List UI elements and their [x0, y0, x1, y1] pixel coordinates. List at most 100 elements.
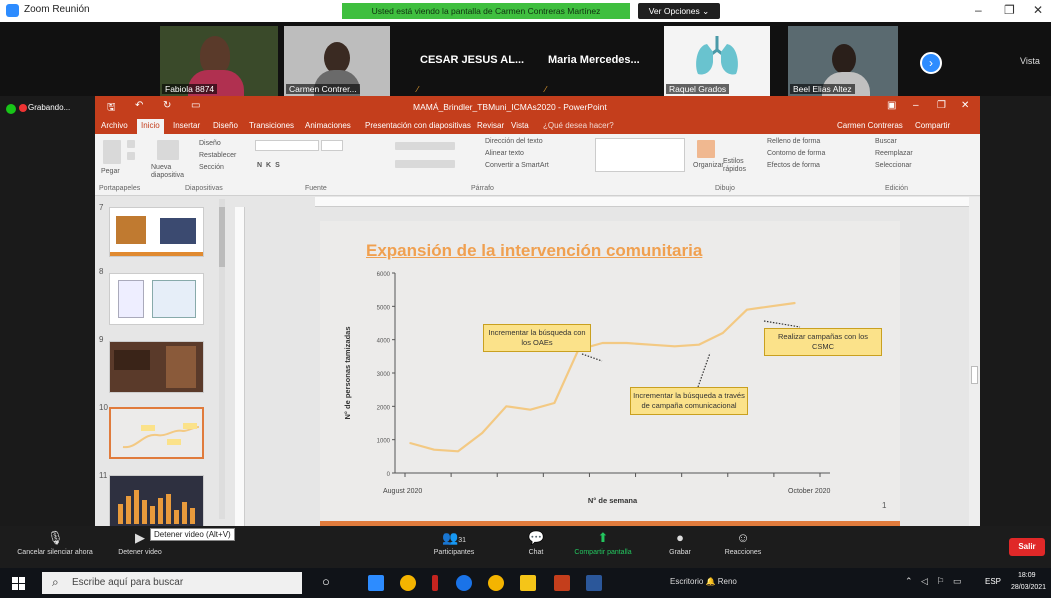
next-participants-button[interactable]: ›: [920, 52, 942, 74]
leave-button[interactable]: Salir: [1009, 538, 1045, 556]
user-name[interactable]: Carmen Contreras: [837, 121, 903, 130]
callout-campaign[interactable]: Incrementar la búsqueda a través de camp…: [630, 387, 748, 415]
clock-date[interactable]: 28/03/2021: [1011, 584, 1046, 591]
language-indicator[interactable]: ESP: [985, 577, 1001, 586]
shape-fill-button[interactable]: Relleno de forma: [767, 138, 820, 145]
align-text-button[interactable]: Alinear texto: [485, 150, 524, 157]
zoom-app-icon[interactable]: [368, 575, 384, 591]
shape-outline-button[interactable]: Contorno de forma: [767, 150, 825, 157]
y-tick-label: 2000: [377, 405, 391, 411]
copy-icon[interactable]: [127, 152, 135, 160]
quick-styles-button[interactable]: Estilos rápidos: [723, 158, 763, 174]
participant-tile[interactable]: Raquel Grados: [664, 26, 770, 96]
presentation-icon[interactable]: ▭: [191, 100, 200, 111]
ribbon-tabs: Archivo Inicio Insertar Diseño Transicio…: [95, 118, 980, 134]
callout-csmc[interactable]: Realizar campañas con los CSMC: [764, 328, 882, 356]
maximize-icon[interactable]: ❐: [937, 100, 946, 111]
powerpoint-icon[interactable]: [554, 575, 570, 591]
arrange-button[interactable]: Organizar: [693, 162, 724, 169]
clock-time[interactable]: 18:09: [1018, 572, 1036, 579]
find-button[interactable]: Buscar: [875, 138, 897, 145]
tab-presentacion[interactable]: Presentación con diapositivas: [365, 121, 471, 130]
slide-thumbnail[interactable]: [109, 273, 204, 325]
reset-button[interactable]: Restablecer: [199, 152, 236, 159]
replace-button[interactable]: Reemplazar: [875, 150, 913, 157]
font-size-select[interactable]: [321, 140, 343, 151]
participant-tile[interactable]: Beel Elias Altez: [788, 26, 898, 96]
close-icon[interactable]: ✕: [1033, 3, 1043, 17]
tab-vista[interactable]: Vista: [511, 121, 529, 130]
smartart-button[interactable]: Convertir a SmartArt: [485, 162, 549, 169]
thumb-number: 11: [99, 471, 108, 480]
save-icon[interactable]: 🖫: [107, 100, 116, 117]
participants-icon: 👥31: [442, 530, 466, 545]
slide-scrollbar[interactable]: [969, 197, 980, 526]
chrome-icon[interactable]: [400, 575, 416, 591]
unmute-button[interactable]: 🎙 Cancelar silenciar ahora: [6, 530, 104, 556]
ribbon-options-icon[interactable]: ▣: [887, 100, 896, 111]
app-icon[interactable]: [456, 575, 472, 591]
chat-button[interactable]: 💬 Chat: [516, 530, 556, 556]
system-tray-icons[interactable]: ⌃ ◁ ⚐ ▭: [905, 576, 965, 587]
cortana-icon[interactable]: ○: [322, 574, 330, 589]
participant-tile[interactable]: CESAR JESUS AL... ⁄: [412, 26, 534, 96]
slide-scroll-thumb[interactable]: [971, 366, 978, 384]
undo-icon[interactable]: ↶: [135, 100, 143, 111]
font-family-select[interactable]: [255, 140, 319, 151]
shapes-gallery[interactable]: [595, 138, 685, 172]
view-button[interactable]: Vista: [1020, 56, 1040, 66]
shape-effects-button[interactable]: Efectos de forma: [767, 162, 820, 169]
tab-transiciones[interactable]: Transiciones: [249, 121, 294, 130]
app-icon[interactable]: [432, 575, 438, 591]
callout-oaes[interactable]: Incrementar la búsqueda con los OAEs: [483, 324, 591, 352]
arrange-icon[interactable]: [697, 140, 715, 158]
word-icon[interactable]: [586, 575, 602, 591]
tell-me-search[interactable]: ¿Qué desea hacer?: [543, 121, 614, 130]
participants-button[interactable]: 👥31 Participantes: [420, 530, 488, 556]
text-direction-button[interactable]: Dirección del texto: [485, 138, 543, 145]
slide-thumbnail-active[interactable]: [109, 407, 204, 459]
align-buttons[interactable]: [395, 160, 455, 168]
participant-tile[interactable]: Carmen Contrer...: [284, 26, 390, 96]
file-explorer-icon[interactable]: [520, 575, 536, 591]
security-shield-icon[interactable]: [6, 104, 16, 114]
minimize-icon[interactable]: –: [913, 100, 919, 111]
redo-icon[interactable]: ↻: [163, 100, 171, 111]
new-slide-icon[interactable]: [157, 140, 179, 160]
tab-revisar[interactable]: Revisar: [477, 121, 504, 130]
slide-canvas[interactable]: Expansión de la intervención comunitaria…: [320, 221, 900, 526]
reactions-button[interactable]: ☺ Reacciones: [716, 530, 770, 556]
select-button[interactable]: Seleccionar: [875, 162, 912, 169]
record-button[interactable]: ● Grabar: [660, 530, 700, 556]
view-options-button[interactable]: Ver Opciones ⌄: [638, 3, 720, 19]
slide-thumbnail[interactable]: [109, 475, 204, 527]
slide-thumbnail[interactable]: [109, 341, 204, 393]
font-format-buttons[interactable]: NKS: [257, 162, 284, 169]
new-slide-label[interactable]: Nueva diapositiva: [151, 164, 191, 180]
tab-diseno[interactable]: Diseño: [213, 121, 238, 130]
share-button[interactable]: Compartir: [915, 121, 950, 130]
taskbar-search[interactable]: ⌕ Escribe aquí para buscar: [42, 572, 302, 594]
windows-start-icon[interactable]: [12, 577, 25, 590]
tab-animaciones[interactable]: Animaciones: [305, 121, 351, 130]
minimize-icon[interactable]: –: [975, 3, 982, 17]
paste-icon[interactable]: [103, 140, 121, 164]
search-placeholder: Escribe aquí para buscar: [72, 577, 184, 588]
app-icon[interactable]: [488, 575, 504, 591]
participant-tile[interactable]: Maria Mercedes... ⁄: [540, 26, 662, 96]
tab-insertar[interactable]: Insertar: [173, 121, 200, 130]
desktop-label[interactable]: Escritorio 🔔 Reno: [670, 577, 737, 586]
participant-tile[interactable]: Fabiola 8874: [160, 26, 278, 96]
maximize-icon[interactable]: ❐: [1004, 3, 1015, 17]
slide-thumbnail[interactable]: [109, 207, 204, 257]
share-screen-button[interactable]: ⬆ Compartir pantalla: [566, 530, 640, 556]
close-icon[interactable]: ✕: [961, 100, 969, 111]
section-button[interactable]: Sección: [199, 164, 224, 171]
layout-button[interactable]: Diseño: [199, 140, 221, 147]
cut-icon[interactable]: [127, 140, 135, 148]
list-buttons[interactable]: [395, 142, 455, 150]
tab-archivo[interactable]: Archivo: [101, 121, 128, 130]
paste-label[interactable]: Pegar: [101, 168, 120, 175]
tab-inicio[interactable]: Inicio: [137, 119, 164, 134]
thumbnails-scroll-thumb[interactable]: [219, 207, 225, 267]
